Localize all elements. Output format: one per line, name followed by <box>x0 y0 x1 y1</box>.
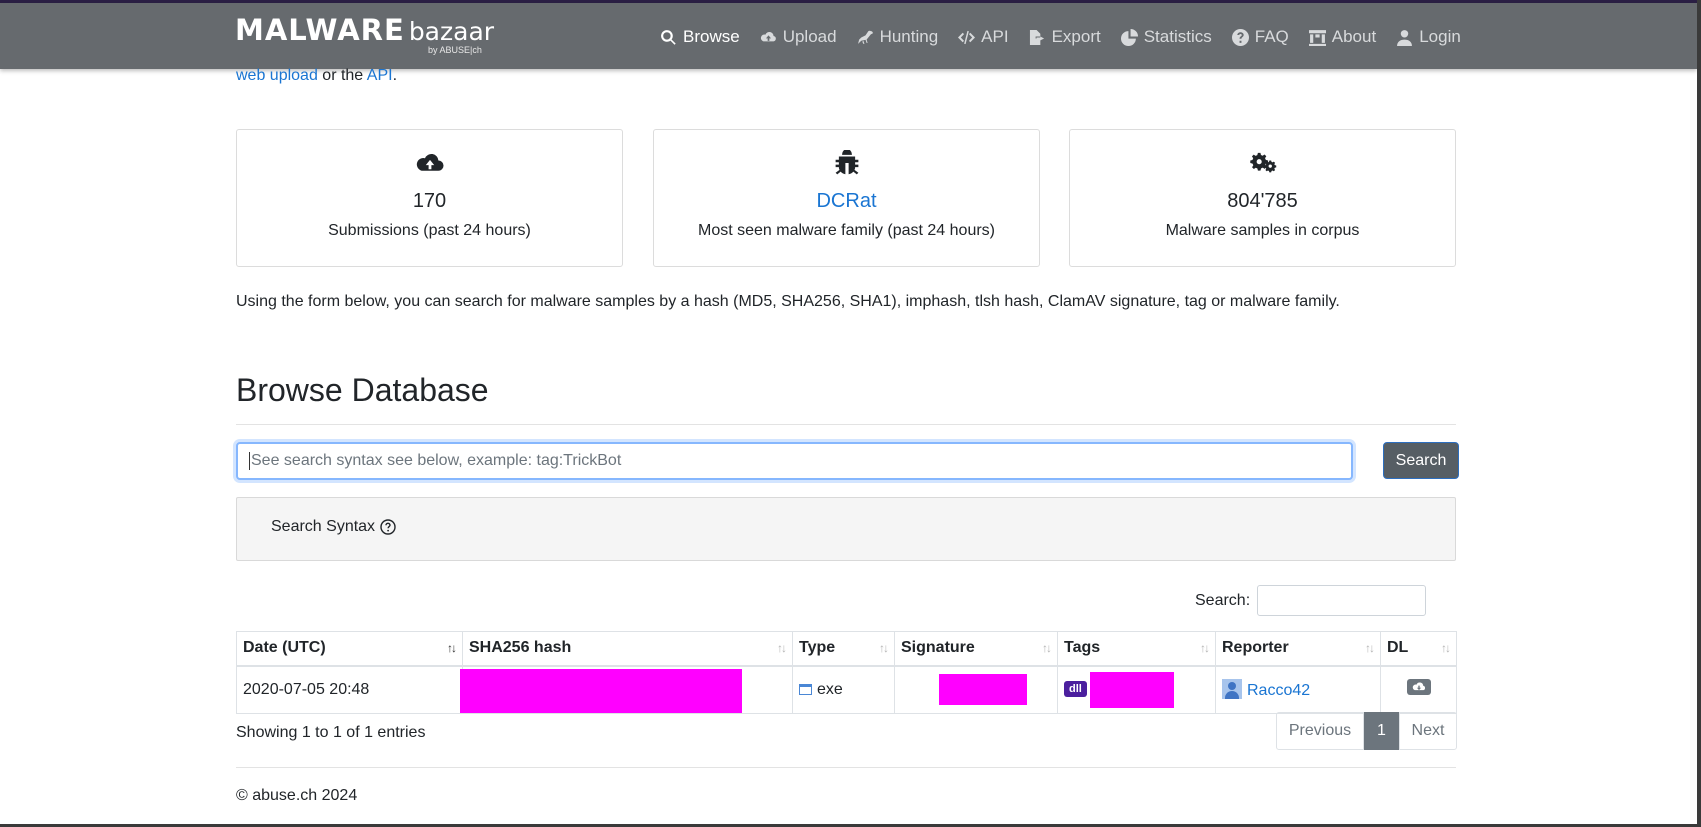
crow-icon <box>857 30 873 44</box>
card-submissions: 170 Submissions (past 24 hours) <box>236 129 623 267</box>
page-title: Browse Database <box>236 372 489 408</box>
col-tags[interactable]: Tags ↑↓ <box>1057 631 1216 667</box>
nav-browse[interactable]: Browse <box>660 27 740 47</box>
page-1-button[interactable]: 1 <box>1364 712 1399 750</box>
submissions-count: 170 <box>412 190 447 212</box>
cloud-upload-icon <box>760 31 776 41</box>
sort-desc-icon: ↑↓ <box>447 641 457 655</box>
search-description: Using the form below, you can search for… <box>236 293 1340 310</box>
nav-about[interactable]: About <box>1308 27 1376 47</box>
bug-icon <box>835 150 858 175</box>
cell-sha256[interactable] <box>460 665 793 714</box>
brand-logo[interactable]: MALWARE bazaar by ABUSE|ch <box>235 13 495 55</box>
table-search-label: Search: <box>1195 591 1251 609</box>
question-circle-icon <box>380 519 396 535</box>
search-icon <box>661 29 676 45</box>
page: MALWARE bazaar by ABUSE|ch Browse Upload … <box>0 0 1701 827</box>
cogs-icon <box>1249 152 1276 173</box>
col-dl[interactable]: DL ↑↓ <box>1380 631 1457 667</box>
search-placeholder: See search syntax see below, example: ta… <box>251 452 622 469</box>
web-upload-link[interactable]: web upload <box>236 67 318 84</box>
cloud-upload-icon <box>416 153 444 171</box>
card-top-family: DCRat Most seen malware family (past 24 … <box>653 129 1040 267</box>
table-info: Showing 1 to 1 of 1 entries <box>236 724 426 741</box>
intro-text: web upload or the API. <box>236 67 398 84</box>
nav-export[interactable]: Export <box>1029 27 1101 47</box>
col-signature[interactable]: Signature ↑↓ <box>894 631 1058 667</box>
download-button[interactable] <box>1406 679 1431 695</box>
sort-icon: ↑↓ <box>1441 641 1451 655</box>
reporter-link[interactable]: Racco42 <box>1247 682 1310 699</box>
nav-api[interactable]: API <box>958 27 1009 47</box>
search-syntax-panel[interactable]: Search Syntax <box>236 497 1456 561</box>
sort-icon: ↑↓ <box>777 641 787 655</box>
pagination: Previous 1 Next <box>1276 712 1457 750</box>
table-search-input[interactable] <box>1257 585 1427 616</box>
cell-tags[interactable]: dll <box>1057 665 1216 714</box>
sort-icon: ↑↓ <box>879 641 889 655</box>
file-export-icon <box>1029 29 1044 45</box>
cell-reporter: Racco42 <box>1215 665 1381 714</box>
user-icon <box>1397 29 1413 46</box>
nav-login[interactable]: Login <box>1396 27 1461 47</box>
cell-type: exe <box>792 665 895 714</box>
col-date[interactable]: Date (UTC) ↑↓ <box>236 631 463 667</box>
search-input[interactable]: See search syntax see below, example: ta… <box>236 442 1353 480</box>
corpus-label: Malware samples in corpus <box>1165 222 1360 239</box>
code-icon <box>958 30 976 44</box>
sort-icon: ↑↓ <box>1042 641 1052 655</box>
search-syntax-label: Search Syntax <box>271 518 376 535</box>
samples-table: Date (UTC) ↑↓ SHA256 hash ↑↓ Type ↑↓ Signat… <box>236 631 1457 714</box>
navbar: MALWARE bazaar by ABUSE|ch Browse Upload … <box>0 3 1697 69</box>
col-sha256[interactable]: SHA256 hash ↑↓ <box>462 631 793 667</box>
table-row: 2020-07-05 20:48 exe dll Racco42 <box>236 665 1457 714</box>
window-icon <box>799 683 812 695</box>
pie-chart-icon <box>1120 28 1138 46</box>
main-nav: Browse Upload Hunting API Export Statist… <box>660 27 1481 47</box>
search-button[interactable]: Search <box>1383 442 1459 479</box>
nav-faq[interactable]: FAQ <box>1231 27 1289 47</box>
redacted-signature <box>939 674 1027 705</box>
submissions-label: Submissions (past 24 hours) <box>328 222 531 239</box>
text-caret <box>249 452 250 470</box>
card-corpus: 804'785 Malware samples in corpus <box>1069 129 1456 267</box>
footer-divider <box>236 767 1456 768</box>
divider <box>236 424 1456 425</box>
redacted-hash <box>460 668 742 713</box>
corpus-count: 804'785 <box>1227 190 1298 212</box>
top-family-link[interactable]: DCRat <box>816 190 876 212</box>
cell-date: 2020-07-05 20:48 <box>236 665 463 714</box>
question-circle-icon <box>1231 28 1249 46</box>
next-button[interactable]: Next <box>1399 712 1457 750</box>
footer-copyright: © abuse.ch 2024 <box>236 787 358 804</box>
col-type[interactable]: Type ↑↓ <box>792 631 895 667</box>
top-family-label: Most seen malware family (past 24 hours) <box>698 222 995 239</box>
tag-badge[interactable]: dll <box>1064 680 1087 697</box>
window-right-border <box>1697 0 1701 827</box>
sort-icon: ↑↓ <box>1200 641 1210 655</box>
api-link[interactable]: API <box>367 67 393 84</box>
landmark-icon <box>1308 29 1326 46</box>
redacted-tag <box>1089 671 1174 708</box>
table-search: Search: <box>1195 585 1427 616</box>
brand-main: MALWARE bazaar <box>235 13 495 47</box>
sort-icon: ↑↓ <box>1365 641 1375 655</box>
cloud-download-icon <box>1412 682 1425 691</box>
nav-hunting[interactable]: Hunting <box>857 27 938 47</box>
nav-upload[interactable]: Upload <box>760 27 837 47</box>
avatar <box>1222 679 1242 699</box>
cell-dl <box>1380 665 1457 714</box>
previous-button[interactable]: Previous <box>1276 712 1364 750</box>
brand-sub: by ABUSE|ch <box>428 45 482 55</box>
table-header-row: Date (UTC) ↑↓ SHA256 hash ↑↓ Type ↑↓ Signat… <box>236 631 1457 667</box>
col-reporter[interactable]: Reporter ↑↓ <box>1215 631 1381 667</box>
cell-signature[interactable] <box>894 665 1058 714</box>
nav-statistics[interactable]: Statistics <box>1120 27 1212 47</box>
